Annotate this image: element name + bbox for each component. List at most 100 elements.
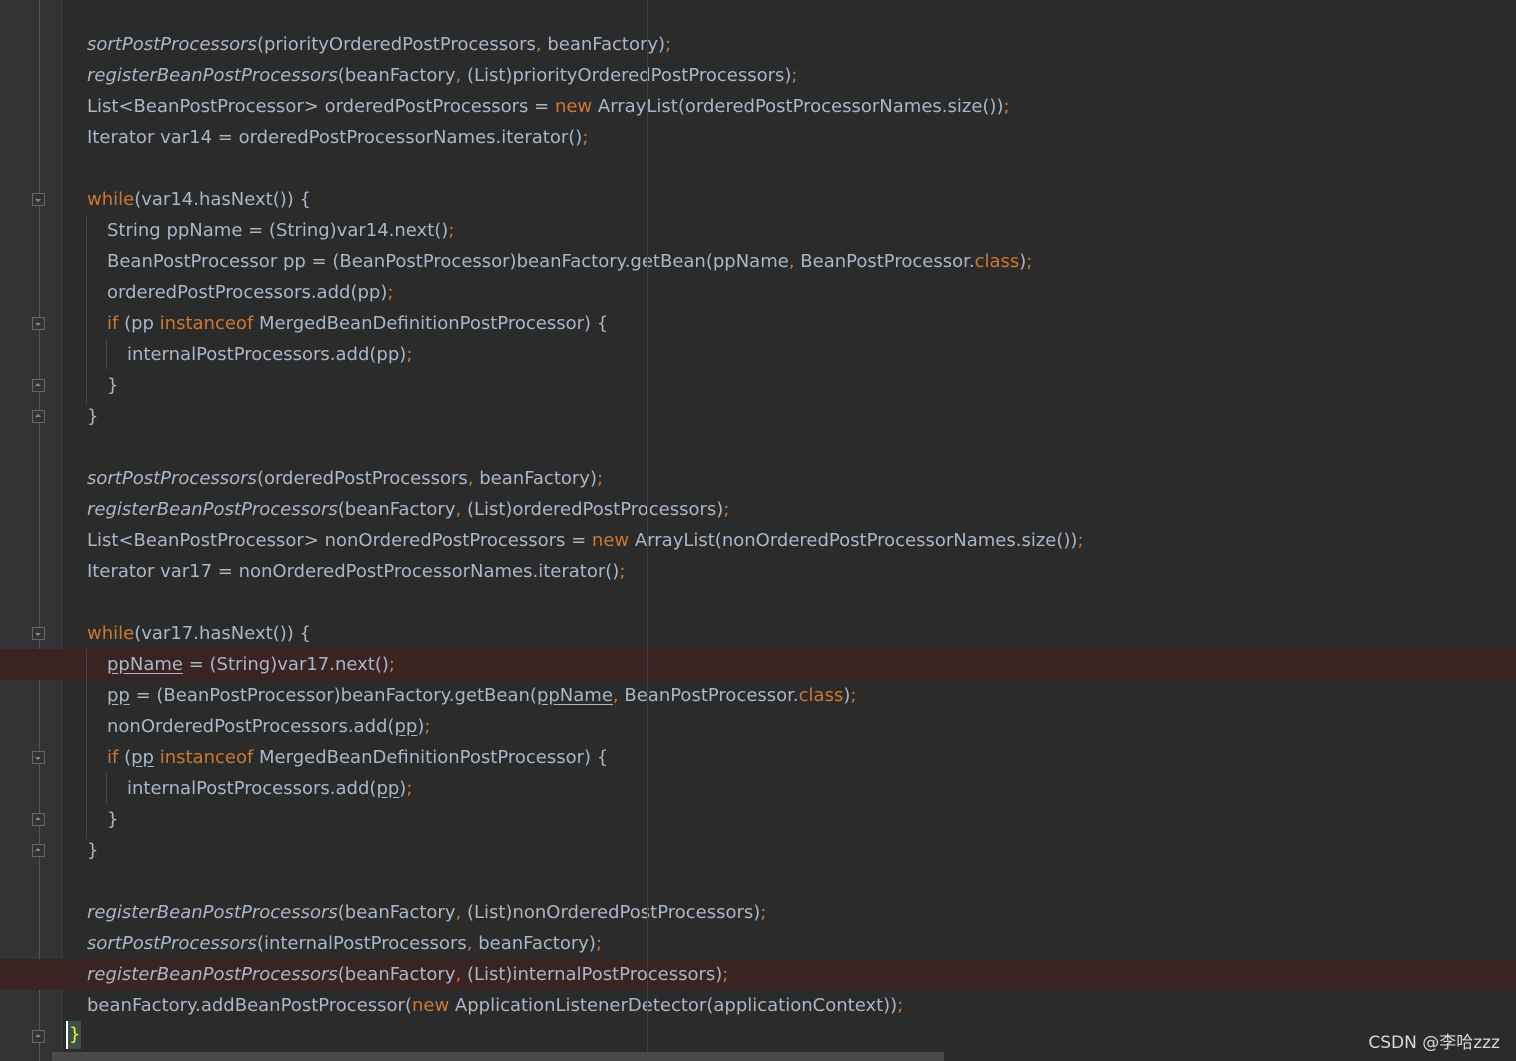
fold-close-icon[interactable]: [32, 1030, 45, 1043]
code-line[interactable]: registerBeanPostProcessors(beanFactory, …: [0, 959, 1516, 990]
code-token: sortPostProcessors: [87, 468, 257, 489]
indent-guide: [106, 773, 107, 804]
code-token: ;: [665, 34, 672, 55]
code-text: orderedPostProcessors.add(pp);: [107, 277, 393, 308]
code-line[interactable]: internalPostProcessors.add(pp);: [0, 339, 1516, 370]
code-text: List<BeanPostProcessor> orderedPostProce…: [87, 91, 1010, 122]
code-token: (beanFactory: [337, 902, 456, 923]
code-line[interactable]: }: [0, 835, 1516, 866]
horizontal-scrollbar[interactable]: [52, 1052, 944, 1061]
code-token: = (BeanPostProcessor)beanFactory.getBean…: [129, 685, 537, 706]
code-token: ,: [455, 499, 467, 520]
code-line[interactable]: [0, 432, 1516, 463]
code-line[interactable]: sortPostProcessors(orderedPostProcessors…: [0, 463, 1516, 494]
code-token: registerBeanPostProcessors: [87, 902, 338, 923]
code-token: ,: [535, 34, 548, 55]
code-line[interactable]: String ppName = (String)var14.next();: [0, 215, 1516, 246]
code-line[interactable]: ppName = (String)var17.next();: [0, 649, 1516, 680]
code-line[interactable]: orderedPostProcessors.add(pp);: [0, 277, 1516, 308]
code-token: pp: [376, 778, 400, 799]
code-token: ,: [455, 964, 467, 985]
code-token: BeanPostProcessor.: [624, 685, 799, 706]
code-token: BeanPostProcessor.: [800, 251, 975, 272]
code-token: BeanPostProcessor pp = (BeanPostProcesso…: [107, 251, 789, 272]
code-token: }: [107, 375, 119, 396]
code-token: (beanFactory: [337, 65, 456, 86]
code-token: pp: [107, 685, 130, 706]
code-line[interactable]: sortPostProcessors(internalPostProcessor…: [0, 928, 1516, 959]
code-line[interactable]: registerBeanPostProcessors(beanFactory, …: [0, 897, 1516, 928]
code-token: ;: [760, 902, 767, 923]
code-line[interactable]: sortPostProcessors(priorityOrderedPostPr…: [0, 29, 1516, 60]
code-line[interactable]: registerBeanPostProcessors(beanFactory, …: [0, 60, 1516, 91]
code-token: ;: [388, 654, 395, 675]
code-line[interactable]: [0, 153, 1516, 184]
code-token: ppName: [536, 685, 613, 706]
code-token: instanceof: [159, 313, 259, 334]
code-token: (internalPostProcessors: [256, 933, 467, 954]
code-text: registerBeanPostProcessors(beanFactory, …: [87, 60, 798, 91]
code-token: (List)nonOrderedPostProcessors): [466, 902, 761, 923]
code-token: pp: [394, 716, 418, 737]
code-token: ,: [788, 251, 801, 272]
code-text: internalPostProcessors.add(pp);: [127, 773, 412, 804]
code-token: ;: [619, 561, 626, 582]
code-token: registerBeanPostProcessors: [87, 499, 338, 520]
code-token: String ppName = (String)var14.next(): [107, 220, 449, 241]
code-text: registerBeanPostProcessors(beanFactory, …: [87, 897, 766, 928]
code-line[interactable]: }: [0, 804, 1516, 835]
code-token: ;: [424, 716, 431, 737]
code-text: sortPostProcessors(orderedPostProcessors…: [87, 463, 603, 494]
code-token: orderedPostProcessors.add(pp): [107, 282, 388, 303]
code-line[interactable]: beanFactory.addBeanPostProcessor(new App…: [0, 990, 1516, 1021]
code-token: ;: [596, 468, 604, 489]
code-line[interactable]: List<BeanPostProcessor> orderedPostProce…: [0, 91, 1516, 122]
code-token: List<BeanPostProcessor> nonOrderedPostPr…: [87, 530, 592, 551]
code-line[interactable]: if (pp instanceof MergedBeanDefinitionPo…: [0, 308, 1516, 339]
code-line[interactable]: nonOrderedPostProcessors.add(pp);: [0, 711, 1516, 742]
code-line[interactable]: registerBeanPostProcessors(beanFactory, …: [0, 494, 1516, 525]
code-line[interactable]: }: [0, 370, 1516, 401]
code-line[interactable]: BeanPostProcessor pp = (BeanPostProcesso…: [0, 246, 1516, 277]
code-token: new: [411, 995, 455, 1016]
code-text: while(var17.hasNext()) {: [87, 618, 311, 649]
code-text: pp = (BeanPostProcessor)beanFactory.getB…: [107, 680, 856, 711]
code-token: ;: [406, 778, 413, 799]
code-text: Iterator var14 = orderedPostProcessorNam…: [87, 122, 588, 153]
code-line[interactable]: internalPostProcessors.add(pp);: [0, 773, 1516, 804]
code-line[interactable]: }: [0, 401, 1516, 432]
code-line[interactable]: while(var17.hasNext()) {: [0, 618, 1516, 649]
code-text: beanFactory.addBeanPostProcessor(new App…: [87, 990, 903, 1021]
code-token: sortPostProcessors: [87, 34, 257, 55]
code-line[interactable]: while(var14.hasNext()) {: [0, 184, 1516, 215]
code-line[interactable]: Iterator var17 = nonOrderedPostProcessor…: [0, 556, 1516, 587]
code-token: (List)priorityOrderedPostProcessors): [466, 65, 792, 86]
code-line[interactable]: [0, 587, 1516, 618]
code-token: ;: [850, 685, 857, 706]
code-token: while: [87, 189, 135, 210]
code-text: String ppName = (String)var14.next();: [107, 215, 454, 246]
code-token: beanFactory.addBeanPostProcessor(: [87, 995, 412, 1016]
code-line[interactable]: Iterator var14 = orderedPostProcessorNam…: [0, 122, 1516, 153]
code-token: ;: [1026, 251, 1033, 272]
indent-guide: [106, 339, 107, 370]
code-token: ;: [387, 282, 394, 303]
code-text: if (pp instanceof MergedBeanDefinitionPo…: [107, 308, 608, 339]
code-text: BeanPostProcessor pp = (BeanPostProcesso…: [107, 246, 1032, 277]
code-token: ;: [582, 127, 589, 148]
code-line[interactable]: pp = (BeanPostProcessor)beanFactory.getB…: [0, 680, 1516, 711]
code-text: ppName = (String)var17.next();: [107, 649, 395, 680]
code-text: List<BeanPostProcessor> nonOrderedPostPr…: [87, 525, 1084, 556]
code-text: internalPostProcessors.add(pp);: [127, 339, 412, 370]
caret-closing-brace[interactable]: }: [66, 1021, 82, 1049]
code-line[interactable]: if (pp instanceof MergedBeanDefinitionPo…: [0, 742, 1516, 773]
code-token: instanceof: [159, 747, 260, 768]
code-token: (List)orderedPostProcessors): [466, 499, 724, 520]
code-token: ArrayList(nonOrderedPostProcessorNames.s…: [634, 530, 1078, 551]
code-token: pp: [131, 747, 154, 768]
code-token: ,: [467, 468, 480, 489]
code-line[interactable]: List<BeanPostProcessor> nonOrderedPostPr…: [0, 525, 1516, 556]
code-line[interactable]: [0, 866, 1516, 897]
code-token: ,: [455, 65, 467, 86]
code-token: internalPostProcessors.add(: [127, 778, 377, 799]
